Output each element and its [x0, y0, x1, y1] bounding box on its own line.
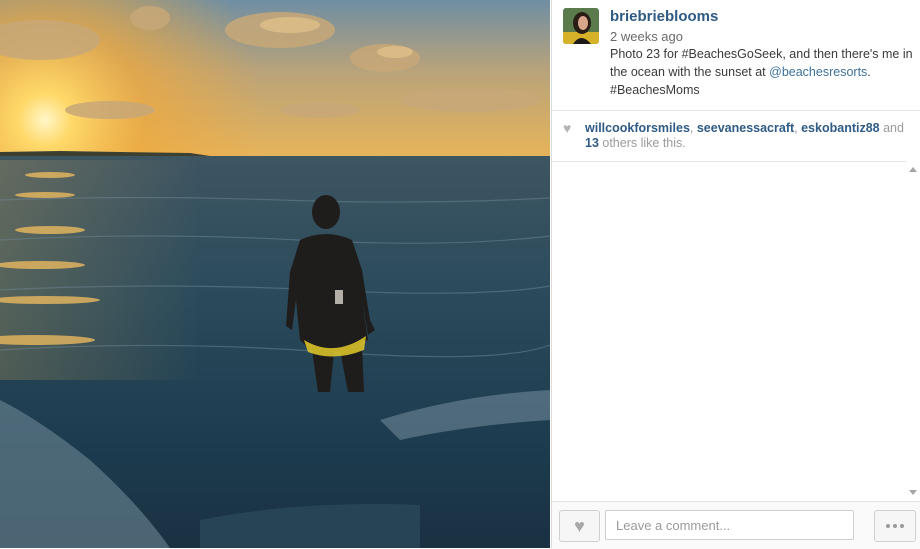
liker-link[interactable]: seevanessacraft: [697, 121, 794, 135]
likes-summary: ♥ willcookforsmiles, seevanessacraft, es…: [552, 111, 920, 162]
ellipsis-icon: [886, 524, 890, 528]
sunset-ocean-photo: [0, 0, 550, 548]
avatar[interactable]: [563, 8, 599, 44]
ellipsis-icon: [893, 524, 897, 528]
username-link[interactable]: briebrieblooms: [610, 8, 718, 25]
liker-link[interactable]: eskobantiz88: [801, 121, 880, 135]
comments-scrollbar[interactable]: [906, 161, 920, 501]
like-button[interactable]: ♥: [559, 510, 600, 542]
likes-separator: ,: [689, 121, 697, 135]
likes-and: and: [879, 121, 904, 135]
arrow-up-icon[interactable]: [909, 167, 917, 172]
liker-link[interactable]: willcookforsmiles: [585, 121, 690, 135]
arrow-down-icon[interactable]: [909, 490, 917, 495]
others-count-link[interactable]: 13: [585, 136, 599, 150]
post-timestamp: 2 weeks ago: [610, 29, 683, 44]
post-caption: Photo 23 for #BeachesGoSeek, and then th…: [610, 45, 914, 99]
caption-mention-link[interactable]: @beachesresorts: [769, 65, 867, 79]
likes-text: willcookforsmiles, seevanessacraft, esko…: [585, 121, 915, 151]
more-options-button[interactable]: [874, 510, 916, 542]
comment-input[interactable]: [605, 510, 854, 540]
comment-footer: ♥: [552, 501, 920, 549]
post-header: briebrieblooms 2 weeks ago Photo 23 for …: [552, 0, 920, 111]
post-sidebar: briebrieblooms 2 weeks ago Photo 23 for …: [551, 0, 920, 549]
heart-icon: ♥: [574, 516, 585, 536]
avatar-image: [563, 8, 599, 44]
comments-list: [552, 161, 906, 501]
ellipsis-icon: [900, 524, 904, 528]
heart-icon: ♥: [563, 120, 572, 136]
likes-others-suffix: others like this.: [598, 136, 686, 150]
post-photo[interactable]: [0, 0, 550, 548]
